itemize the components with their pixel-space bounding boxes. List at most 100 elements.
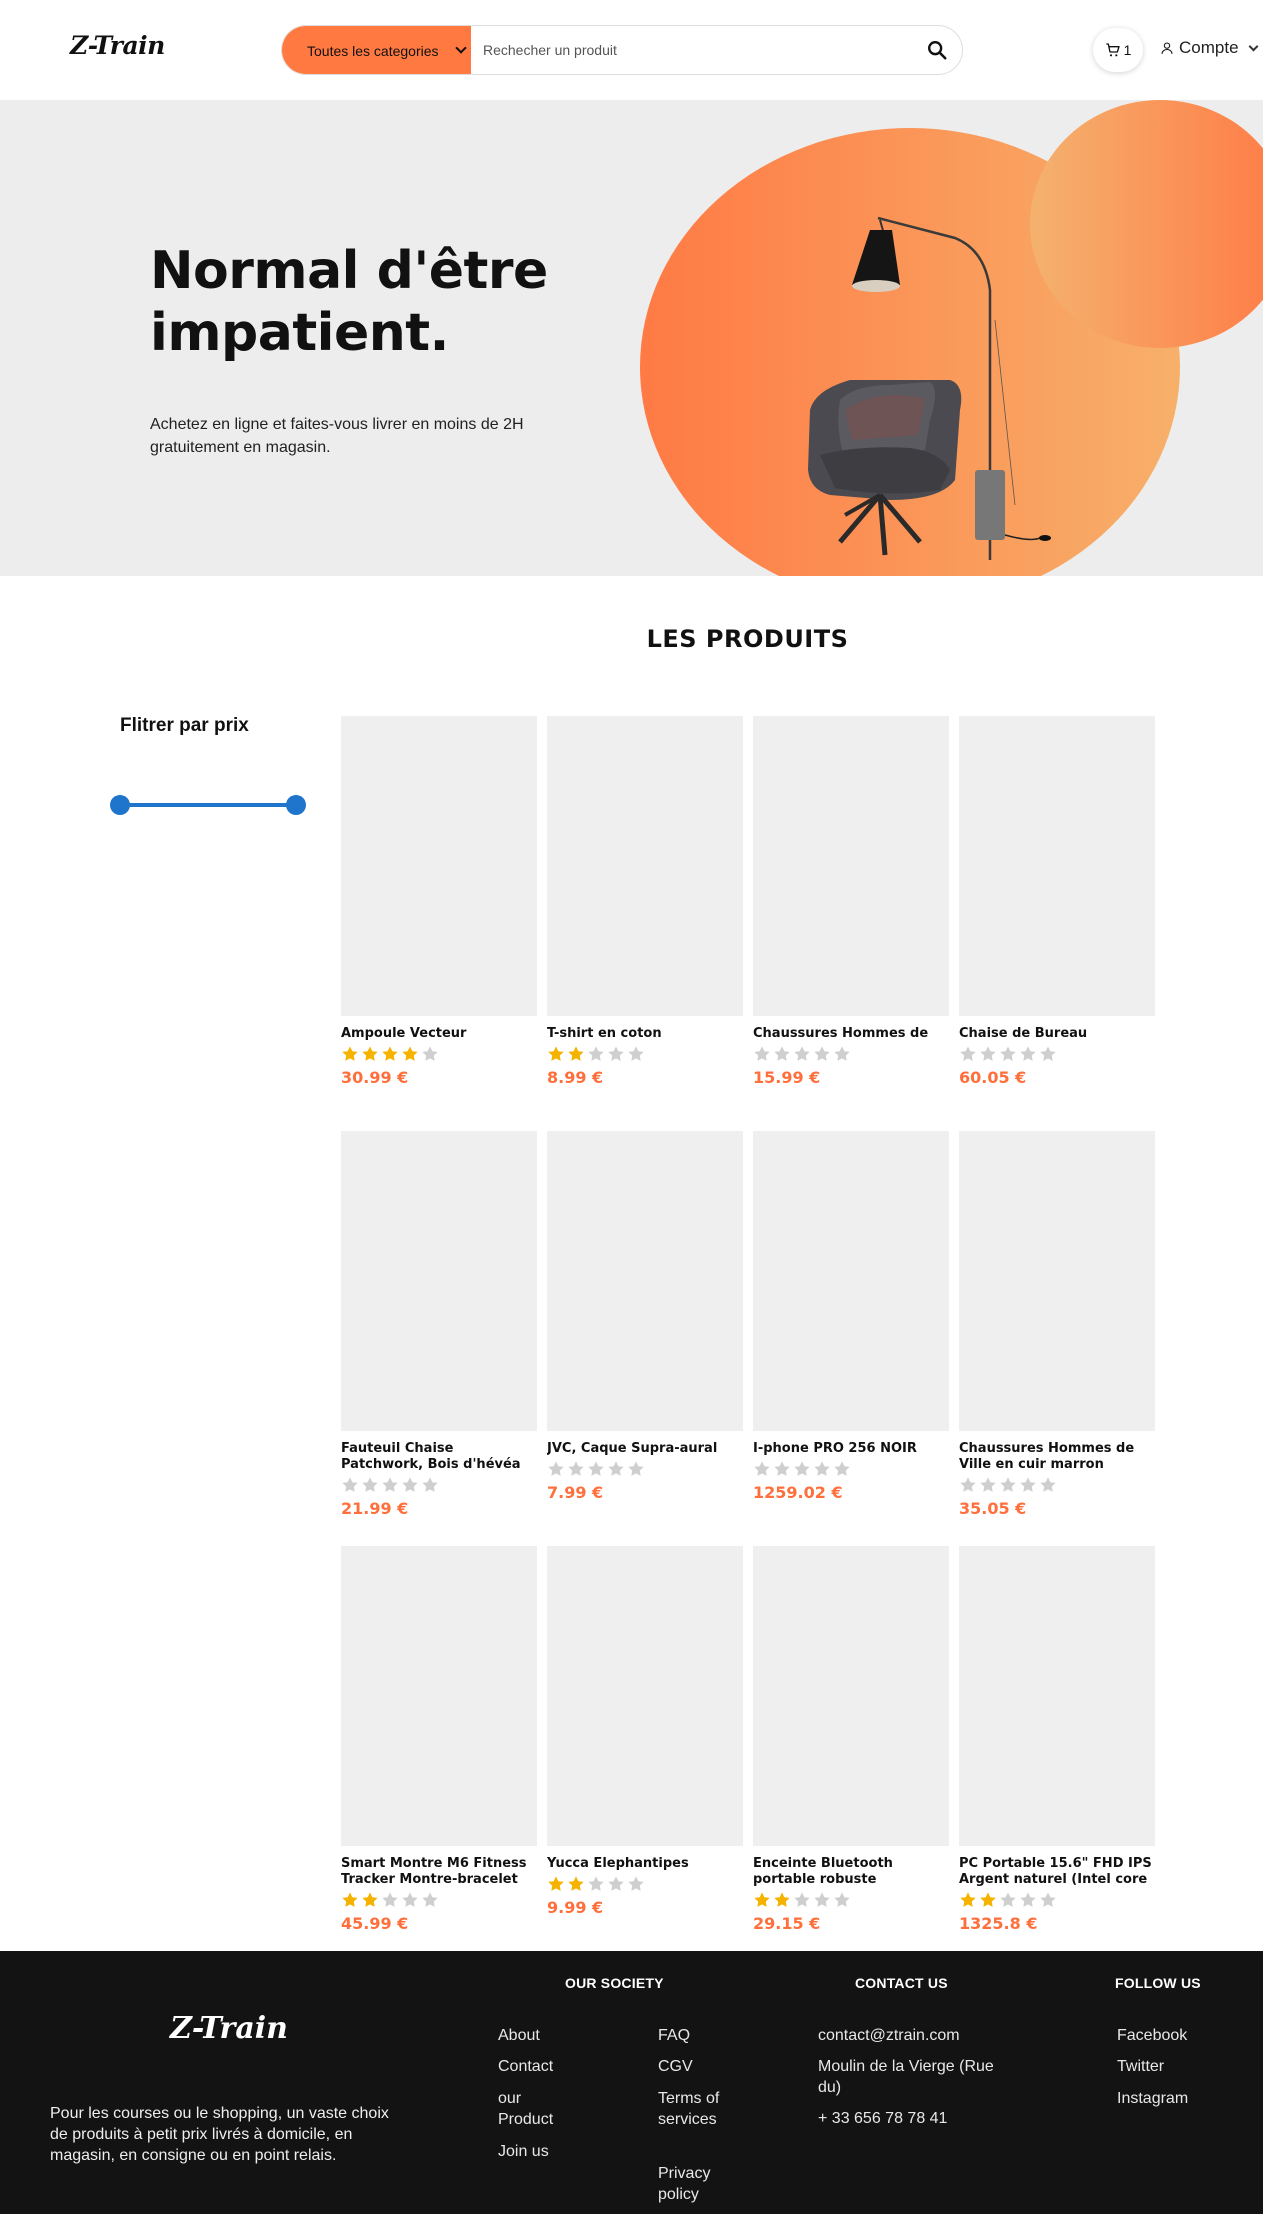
footer-link-facebook[interactable]: Facebook xyxy=(1117,2025,1187,2046)
star-icon xyxy=(362,1892,378,1907)
star-icon xyxy=(422,1892,438,1907)
star-icon xyxy=(608,1461,624,1476)
product-image[interactable] xyxy=(341,1131,537,1431)
product-image[interactable] xyxy=(547,1546,743,1846)
footer-link-privacy[interactable]: Privacy policy xyxy=(658,2163,728,2205)
footer-contact-email[interactable]: contact@ztrain.com xyxy=(818,2025,1018,2046)
site-header: Z-Train Toutes les categories 1 Compte xyxy=(0,0,1263,100)
product-card[interactable]: Enceinte Bluetooth portable robuste 29.15… xyxy=(753,1546,949,1933)
product-image[interactable] xyxy=(753,1546,949,1846)
star-icon xyxy=(814,1892,830,1907)
star-icon xyxy=(1000,1477,1016,1492)
footer-heading-follow: FOLLOW US xyxy=(1115,1975,1201,1991)
product-card[interactable]: Smart Montre M6 Fitness Tracker Montre-b… xyxy=(341,1546,537,1933)
category-select[interactable]: Toutes les categories xyxy=(282,26,471,74)
product-card[interactable]: JVC, Caque Supra-aural Pliable 7.99 € xyxy=(547,1131,743,1502)
product-name[interactable]: JVC, Caque Supra-aural Pliable xyxy=(547,1441,743,1457)
footer-link-twitter[interactable]: Twitter xyxy=(1117,2056,1164,2077)
product-name[interactable]: T-shirt en coton biologique xyxy=(547,1026,743,1042)
product-card[interactable]: Chaussures Hommes de Ville 15.99 € xyxy=(753,716,949,1087)
footer-link-faq[interactable]: FAQ xyxy=(658,2025,728,2046)
product-image[interactable] xyxy=(341,1546,537,1846)
cart-button[interactable]: 1 xyxy=(1093,28,1143,72)
footer-link-terms[interactable]: Terms of services xyxy=(658,2088,728,2130)
product-name[interactable]: Fauteuil Chaise Patchwork, Bois d'hévéa xyxy=(341,1441,537,1473)
product-name[interactable]: Chaise de Bureau Ergonomique xyxy=(959,1026,1155,1042)
product-rating xyxy=(547,1460,743,1480)
hero-subtitle: Achetez en ligne et faites-vous livrer e… xyxy=(150,416,524,456)
price-slider-track[interactable] xyxy=(120,803,296,807)
product-image[interactable] xyxy=(547,1131,743,1431)
product-card[interactable]: Yucca Elephantipes 9.99 € xyxy=(547,1546,743,1917)
product-rating xyxy=(959,1045,1155,1065)
star-icon xyxy=(548,1046,564,1061)
product-image[interactable] xyxy=(753,1131,949,1431)
product-image[interactable] xyxy=(959,1546,1155,1846)
product-card[interactable]: Ampoule Vecteur Incandescent 30.99 € xyxy=(341,716,537,1087)
product-name[interactable]: Enceinte Bluetooth portable robuste xyxy=(753,1856,949,1888)
star-icon xyxy=(1040,1046,1056,1061)
product-price: 8.99 € xyxy=(547,1068,604,1087)
account-label: Compte xyxy=(1179,38,1239,57)
armchair-lamp-illustration xyxy=(808,216,1051,560)
product-card[interactable]: I-phone PRO 256 NOIR 1259.02 € xyxy=(753,1131,949,1502)
star-icon xyxy=(588,1461,604,1476)
price-slider-max-handle[interactable] xyxy=(286,795,306,815)
star-icon xyxy=(794,1046,810,1061)
product-rating xyxy=(753,1460,949,1480)
product-price: 30.99 € xyxy=(341,1068,409,1087)
product-card[interactable]: Chaussures Hommes de Ville en cuir marro… xyxy=(959,1131,1155,1518)
footer-contact-phone: + 33 656 78 78 41 xyxy=(818,2110,948,2127)
search-input[interactable] xyxy=(471,26,901,74)
product-name[interactable]: I-phone PRO 256 NOIR xyxy=(753,1441,949,1457)
star-icon xyxy=(814,1461,830,1476)
footer-heading-contact: CONTACT US xyxy=(855,1975,948,1991)
footer-link-contact[interactable]: Contact xyxy=(498,2056,588,2077)
star-icon xyxy=(774,1461,790,1476)
footer-link-about[interactable]: About xyxy=(498,2025,588,2046)
chevron-down-icon xyxy=(1248,41,1258,51)
site-logo[interactable]: Z-Train xyxy=(70,31,165,60)
user-icon xyxy=(1161,42,1173,54)
price-slider-min-handle[interactable] xyxy=(110,795,130,815)
star-icon xyxy=(588,1876,604,1891)
product-price: 1259.02 € xyxy=(753,1483,843,1502)
product-name[interactable]: Yucca Elephantipes xyxy=(547,1856,743,1872)
cart-count: 1 xyxy=(1123,42,1132,58)
search-icon[interactable] xyxy=(926,39,948,61)
star-icon xyxy=(628,1461,644,1476)
product-name[interactable]: PC Portable 15.6" FHD IPS Argent naturel… xyxy=(959,1856,1155,1888)
product-name[interactable]: Chaussures Hommes de Ville xyxy=(753,1026,949,1042)
product-name[interactable]: Ampoule Vecteur Incandescent xyxy=(341,1026,537,1042)
product-image[interactable] xyxy=(547,716,743,1016)
star-icon xyxy=(794,1461,810,1476)
footer-link-instagram[interactable]: Instagram xyxy=(1117,2088,1188,2109)
product-name[interactable]: Smart Montre M6 Fitness Tracker Montre-b… xyxy=(341,1856,537,1888)
star-icon xyxy=(548,1876,564,1891)
star-icon xyxy=(960,1477,976,1492)
product-card[interactable]: Fauteuil Chaise Patchwork, Bois d'hévéa 2… xyxy=(341,1131,537,1518)
product-rating xyxy=(959,1476,1155,1496)
product-card[interactable]: T-shirt en coton biologique 8.99 € xyxy=(547,716,743,1087)
product-image[interactable] xyxy=(959,716,1155,1016)
star-icon xyxy=(402,1046,418,1061)
product-card[interactable]: PC Portable 15.6" FHD IPS Argent naturel… xyxy=(959,1546,1155,1933)
star-icon xyxy=(774,1892,790,1907)
site-footer: Z-Train Pour les courses ou le shopping,… xyxy=(0,1951,1263,2214)
footer-link-join-us[interactable]: Join us xyxy=(498,2141,588,2162)
product-rating xyxy=(341,1045,537,1065)
footer-link-cgv[interactable]: CGV xyxy=(658,2056,728,2077)
category-select-label: Toutes les categories xyxy=(307,43,439,59)
product-image[interactable] xyxy=(341,716,537,1016)
product-image[interactable] xyxy=(959,1131,1155,1431)
product-rating xyxy=(753,1891,949,1911)
footer-link-our-product[interactable]: our Product xyxy=(498,2088,568,2130)
product-card[interactable]: Chaise de Bureau Ergonomique 60.05 € xyxy=(959,716,1155,1087)
account-menu[interactable]: Compte xyxy=(1160,38,1258,58)
product-name[interactable]: Chaussures Hommes de Ville en cuir marro… xyxy=(959,1441,1155,1473)
star-icon xyxy=(628,1046,644,1061)
product-image[interactable] xyxy=(753,716,949,1016)
footer-logo[interactable]: Z-Train xyxy=(170,2011,288,2046)
star-icon xyxy=(754,1461,770,1476)
star-icon xyxy=(548,1461,564,1476)
